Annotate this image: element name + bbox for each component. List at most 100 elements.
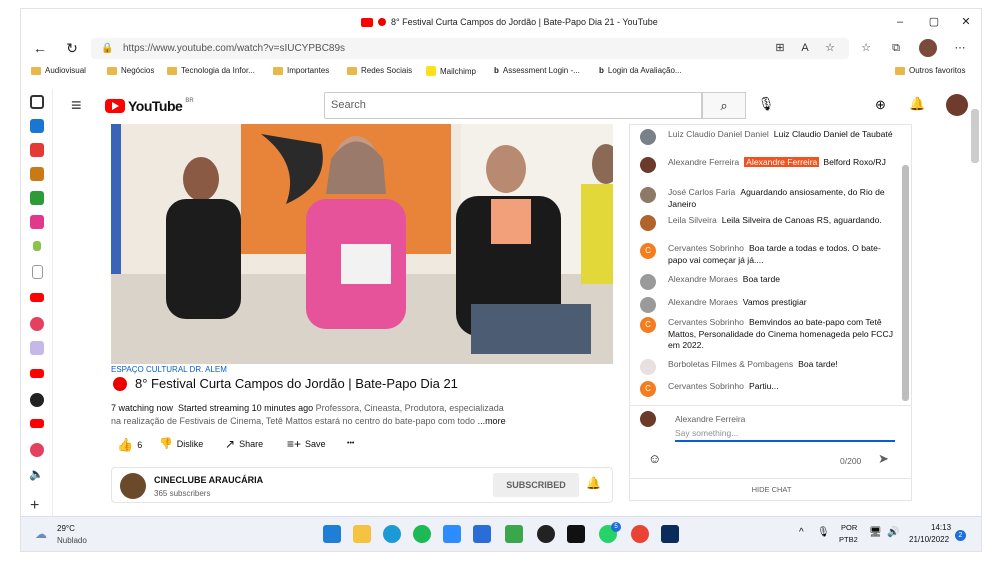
chat-author[interactable]: Alexandre Ferreira (668, 157, 739, 167)
chat-author[interactable]: Cervantes Sobrinho (668, 381, 744, 391)
network-icon[interactable]: 🖥 (869, 527, 882, 538)
read-view-icon[interactable]: ⊞ (771, 41, 789, 55)
chevron-up-icon[interactable]: ^ (799, 527, 804, 538)
video-description[interactable]: 7 watching now Started streaming 10 minu… (111, 402, 611, 428)
bookmark-item[interactable]: Mailchimp (426, 66, 476, 76)
youtube-icon[interactable] (30, 369, 44, 378)
chat-author[interactable]: José Carlos Faria (668, 187, 735, 197)
youtube-icon[interactable] (30, 419, 44, 428)
favorites-icon[interactable]: ☆ (857, 41, 875, 55)
share-button[interactable]: ↗ Share (225, 437, 263, 451)
microphone-icon[interactable]: 🎙 (757, 96, 775, 116)
edge-icon[interactable] (383, 525, 401, 543)
chat-author[interactable]: Borboletas Filmes & Pombagens (668, 359, 793, 369)
sidebar-app-icon[interactable] (30, 143, 44, 157)
create-video-icon[interactable]: ⊕ (875, 97, 886, 113)
chrome-icon[interactable] (631, 525, 649, 543)
channel-location-link[interactable]: ESPAÇO CULTURAL DR. ALEM (111, 365, 227, 374)
chat-author[interactable]: Alexandre Moraes (668, 297, 738, 307)
instagram-icon[interactable] (30, 443, 44, 457)
youtube-logo[interactable]: YouTube BR (105, 98, 194, 114)
sidebar-app-icon[interactable] (30, 341, 44, 355)
chat-author[interactable]: Leila Silveira (668, 215, 717, 225)
keyboard-layout[interactable]: PTB2 (839, 535, 858, 544)
page-scrollbar[interactable] (971, 109, 979, 163)
file-explorer-icon[interactable] (353, 525, 371, 543)
bookmark-item[interactable]: Outros favoritos (895, 66, 965, 75)
bookmark-item[interactable]: Tecnologia da Infor... (167, 66, 255, 75)
search-icon[interactable]: ⌕ (702, 92, 746, 119)
profile-avatar[interactable] (919, 39, 937, 57)
bookmark-item[interactable]: Negócios (107, 66, 154, 75)
chat-author[interactable]: Cervantes Sobrinho (668, 243, 744, 253)
zoom-icon[interactable] (443, 525, 461, 543)
sidebar-app-icon[interactable] (30, 191, 44, 205)
bookmark-item[interactable]: Audiovisual (31, 66, 86, 75)
volume-icon[interactable]: 🔊 (887, 527, 899, 538)
chat-author[interactable]: Luiz Claudio Daniel Daniel (668, 129, 769, 139)
avatar[interactable] (946, 94, 968, 116)
close-button[interactable]: ✕ (949, 13, 981, 31)
instagram-icon[interactable] (30, 317, 44, 331)
bookmark-item[interactable]: b Assessment Login -... (494, 66, 580, 75)
notification-center-badge[interactable]: 2 (955, 530, 966, 541)
save-button[interactable]: ≡+ Save (287, 437, 326, 451)
obs-icon[interactable] (537, 525, 555, 543)
document-icon[interactable] (32, 265, 43, 279)
chat-author[interactable]: Cervantes Sobrinho (668, 317, 744, 327)
chat-author[interactable]: Alexandre Moraes (668, 274, 738, 284)
like-button[interactable]: 👍 6 (117, 437, 142, 453)
microphone-icon[interactable]: 🎙 (817, 527, 830, 538)
link-icon: b (494, 66, 499, 75)
chat-scrollbar[interactable] (902, 165, 909, 401)
more-link[interactable]: ...more (478, 416, 506, 426)
language-code[interactable]: POR (841, 523, 857, 532)
hide-chat-button[interactable]: HIDE CHAT (630, 485, 911, 494)
search-input[interactable]: Search (324, 92, 702, 119)
sidebar-app-icon[interactable] (30, 215, 44, 229)
channel-avatar[interactable] (120, 473, 146, 499)
bookmark-label: Tecnologia da Infor... (181, 66, 255, 75)
sidebar-app-icon[interactable] (30, 393, 44, 407)
bookmark-item[interactable]: Importantes (273, 66, 329, 75)
clock-time[interactable]: 14:13 (931, 523, 951, 532)
video-player[interactable] (111, 124, 613, 364)
url-field[interactable]: 🔒 https://www.youtube.com/watch?v=sIUCYP… (91, 38, 849, 59)
bookmark-item[interactable]: b Login da Avaliação... (599, 66, 682, 75)
more-actions-button[interactable]: ••• (347, 440, 354, 447)
notifications-icon[interactable]: 🔔 (909, 96, 925, 112)
clock-date[interactable]: 21/10/2022 (909, 535, 949, 544)
read-aloud-icon[interactable]: A (796, 41, 814, 55)
camera-icon[interactable] (567, 525, 585, 543)
emoji-icon[interactable]: ☺ (648, 451, 661, 466)
add-icon[interactable]: + (30, 497, 39, 515)
favorite-icon[interactable]: ☆ (821, 41, 839, 55)
chat-input[interactable]: Say something... (675, 428, 895, 442)
start-icon[interactable] (323, 525, 341, 543)
weather-temp[interactable]: 29°C (57, 524, 75, 533)
send-icon[interactable]: ➤ (878, 451, 889, 467)
subscribed-button[interactable]: SUBSCRIBED (493, 473, 579, 497)
collections-icon[interactable]: ⧉ (887, 41, 905, 55)
back-icon[interactable]: ← (29, 39, 51, 57)
notification-bell-icon[interactable]: 🔔 (586, 476, 601, 490)
bookmark-item[interactable]: Redes Sociais (347, 66, 412, 75)
app-icon[interactable] (505, 525, 523, 543)
speaker-icon[interactable]: 🔈 (29, 467, 44, 481)
tab-actions-icon[interactable] (30, 95, 44, 109)
sidebar-app-icon[interactable] (30, 119, 44, 133)
maximize-button[interactable]: ▢ (917, 13, 951, 31)
stream-stats: 7 watching now Started streaming 10 minu… (111, 403, 314, 413)
more-menu-icon[interactable]: ⋯ (951, 41, 969, 55)
dislike-button[interactable]: 👎 Dislike (159, 437, 203, 450)
youtube-icon[interactable] (30, 293, 44, 302)
sidebar-app-icon[interactable] (30, 167, 44, 181)
minimize-button[interactable]: – (883, 13, 917, 31)
notepad-icon[interactable] (473, 525, 491, 543)
channel-name[interactable]: CINECLUBE ARAUCÁRIA (154, 475, 263, 485)
menu-icon[interactable]: ≡ (71, 95, 82, 116)
sidebar-app-icon[interactable] (33, 241, 41, 251)
spotify-icon[interactable] (413, 525, 431, 543)
refresh-icon[interactable]: ↻ (61, 39, 83, 57)
photoshop-icon[interactable] (661, 525, 679, 543)
